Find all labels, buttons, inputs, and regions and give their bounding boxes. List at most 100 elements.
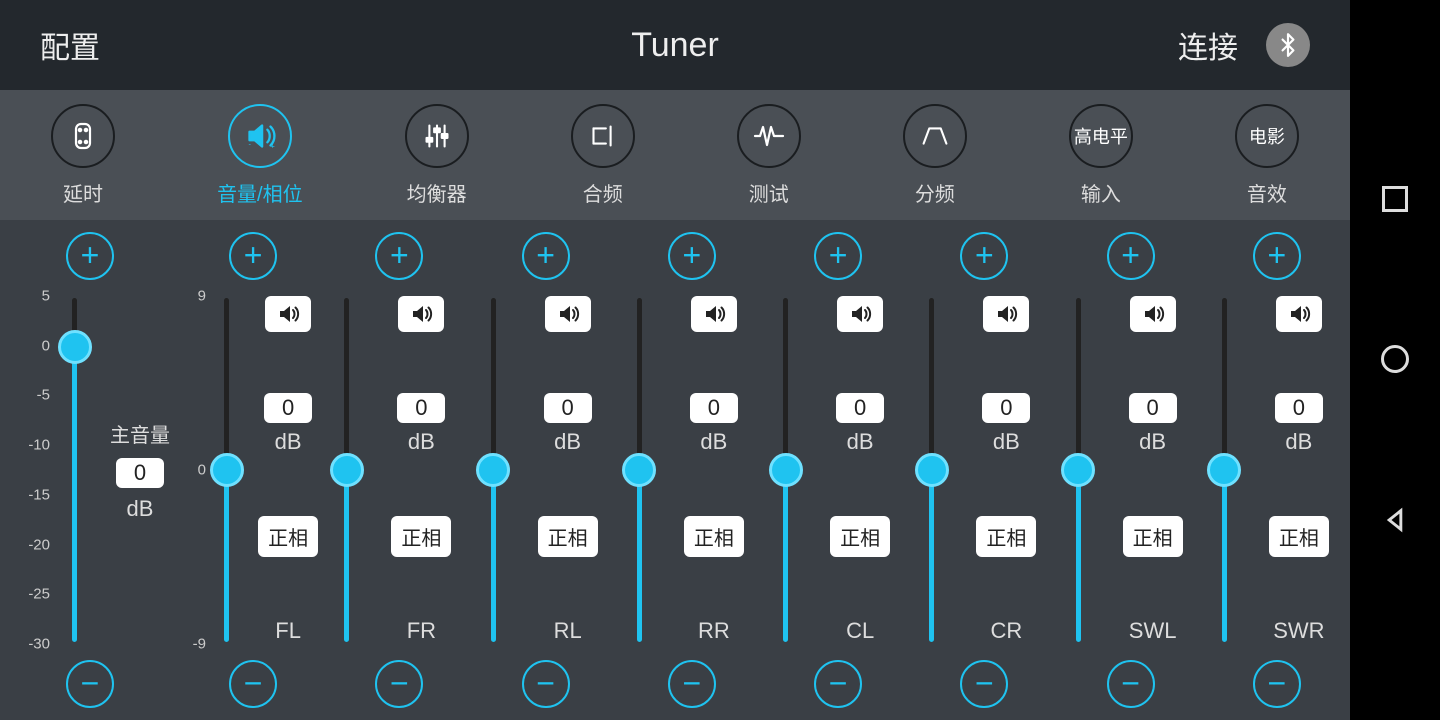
master-minus-button[interactable]: − — [66, 660, 114, 708]
sliders-icon — [405, 104, 469, 168]
phase-button[interactable]: 正相 — [538, 516, 598, 557]
toolbar-item-3[interactable]: 合频 — [571, 104, 635, 207]
mute-button[interactable] — [691, 296, 737, 332]
channel-minus-button[interactable]: − — [668, 660, 716, 708]
channel-plus-button[interactable]: + — [1107, 232, 1155, 280]
toolbar: 延时 -+音量/相位均衡器 合频测试 分频 高电平输入 电影音效 — [0, 90, 1350, 220]
channel-value: 0 — [690, 393, 738, 423]
phase-button[interactable]: 正相 — [391, 516, 451, 557]
master-slider[interactable] — [72, 298, 77, 642]
master-channel: + 50-5-10-15-20-25-30 主音量 0 dB − — [0, 220, 180, 720]
toolbar-item-label: 测试 — [749, 178, 789, 207]
channel-value: 0 — [544, 393, 592, 423]
channel-slider[interactable] — [491, 298, 496, 642]
toolbar-item-label: 均衡器 — [407, 178, 467, 207]
merge-icon — [571, 104, 635, 168]
channel-minus-button[interactable]: − — [229, 660, 277, 708]
channel-plus-button[interactable]: + — [668, 232, 716, 280]
channel-label: CR — [990, 618, 1022, 644]
toolbar-item-label: 延时 — [63, 178, 103, 207]
channel-SWL: +0dB正相SWL− — [1058, 220, 1204, 720]
channel-CR: +0 dB 正相 CR − — [911, 220, 1057, 720]
channel-slider[interactable] — [1076, 298, 1081, 642]
phase-button[interactable]: 正相 — [1123, 516, 1183, 557]
channel-slider[interactable] — [637, 298, 642, 642]
channel-label: FL — [275, 618, 301, 644]
toolbar-item-7[interactable]: 电影音效 — [1235, 104, 1299, 207]
mute-button[interactable] — [545, 296, 591, 332]
toolbar-item-2[interactable]: 均衡器 — [405, 104, 469, 207]
channel-RR: +0dB正相RR− — [619, 220, 765, 720]
phase-button[interactable]: 正相 — [976, 516, 1036, 557]
channel-label: RL — [554, 618, 582, 644]
phase-button[interactable]: 正相 — [258, 516, 318, 557]
back-button[interactable] — [1381, 506, 1409, 534]
channel-slider[interactable] — [224, 298, 229, 642]
channel-plus-button[interactable]: + — [960, 232, 1008, 280]
channel-plus-button[interactable]: + — [1253, 232, 1301, 280]
channel-plus-button[interactable]: + — [522, 232, 570, 280]
master-label: 主音量 — [110, 419, 170, 448]
toolbar-item-label: 分频 — [915, 178, 955, 207]
channel-plus-button[interactable]: + — [814, 232, 862, 280]
channel-slider[interactable] — [783, 298, 788, 642]
channel-slider[interactable] — [1222, 298, 1227, 642]
recent-apps-button[interactable] — [1382, 186, 1408, 212]
mute-button[interactable] — [265, 296, 311, 332]
channel-label: CL — [846, 618, 874, 644]
mute-button[interactable] — [837, 296, 883, 332]
channel-value: 0 — [982, 393, 1030, 423]
channel-unit: dB — [993, 429, 1020, 455]
master-plus-button[interactable]: + — [66, 232, 114, 280]
channel-minus-button[interactable]: − — [1253, 660, 1301, 708]
config-button[interactable]: 配置 — [40, 23, 100, 67]
channel-unit: dB — [847, 429, 874, 455]
svg-text:+: + — [270, 141, 274, 150]
master-unit: dB — [127, 496, 154, 522]
bluetooth-icon[interactable] — [1266, 23, 1310, 67]
channel-value: 0 — [264, 393, 312, 423]
channel-minus-button[interactable]: − — [814, 660, 862, 708]
channel-minus-button[interactable]: − — [960, 660, 1008, 708]
toolbar-item-4[interactable]: 测试 — [737, 104, 801, 207]
car-icon — [51, 104, 115, 168]
channel-RL: +0dB正相RL− — [473, 220, 619, 720]
toolbar-badge: 高电平 — [1069, 104, 1133, 168]
channel-value: 0 — [1129, 393, 1177, 423]
wave-icon — [737, 104, 801, 168]
toolbar-item-1[interactable]: -+音量/相位 — [217, 104, 303, 207]
channel-label: FR — [407, 618, 436, 644]
channel-slider[interactable] — [929, 298, 934, 642]
home-button[interactable] — [1381, 345, 1409, 373]
trapezoid-icon — [903, 104, 967, 168]
mute-button[interactable] — [398, 296, 444, 332]
channel-FR: +0dB正相FR− — [326, 220, 472, 720]
channel-value: 0 — [1275, 393, 1323, 423]
channel-unit: dB — [1285, 429, 1312, 455]
channel-SWR: +0 dB 正相 SWR − — [1204, 220, 1350, 720]
mute-button[interactable] — [1276, 296, 1322, 332]
toolbar-item-6[interactable]: 高电平输入 — [1069, 104, 1133, 207]
channel-label: RR — [698, 618, 730, 644]
mute-button[interactable] — [983, 296, 1029, 332]
channel-value: 0 — [836, 393, 884, 423]
header: 配置 Tuner 连接 — [0, 0, 1350, 90]
channel-plus-button[interactable]: + — [229, 232, 277, 280]
channel-slider[interactable] — [344, 298, 349, 642]
channel-minus-button[interactable]: − — [522, 660, 570, 708]
mute-button[interactable] — [1130, 296, 1176, 332]
channel-minus-button[interactable]: − — [375, 660, 423, 708]
toolbar-item-5[interactable]: 分频 — [903, 104, 967, 207]
phase-button[interactable]: 正相 — [830, 516, 890, 557]
mixer: + 50-5-10-15-20-25-30 主音量 0 dB − +90-90d… — [0, 220, 1350, 720]
channel-minus-button[interactable]: − — [1107, 660, 1155, 708]
volume-icon: -+ — [228, 104, 292, 168]
connect-button[interactable]: 连接 — [1178, 23, 1238, 67]
channel-label: SWR — [1273, 618, 1324, 644]
phase-button[interactable]: 正相 — [1269, 516, 1329, 557]
channel-plus-button[interactable]: + — [375, 232, 423, 280]
toolbar-item-0[interactable]: 延时 — [51, 104, 115, 207]
phase-button[interactable]: 正相 — [684, 516, 744, 557]
toolbar-item-label: 音效 — [1247, 178, 1287, 207]
channel-CL: +0 dB 正相 CL − — [765, 220, 911, 720]
